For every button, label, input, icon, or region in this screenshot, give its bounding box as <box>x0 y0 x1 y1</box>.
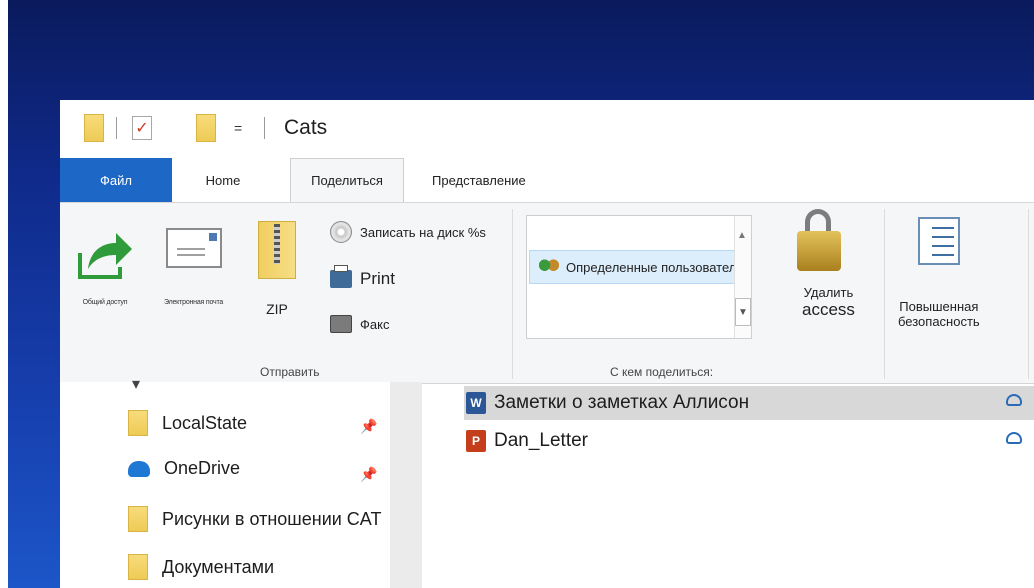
folder-icon <box>128 506 148 532</box>
remove-access-line1: Удалить <box>803 285 854 300</box>
pin-icon[interactable]: 📌 <box>360 418 377 435</box>
folder-icon <box>128 554 148 580</box>
nav-item-label: LocalState <box>162 412 248 433</box>
share-with-group-label: С кем поделиться: <box>610 365 714 379</box>
email-label: Электронная почта <box>164 299 224 306</box>
pin-icon[interactable]: 📌 <box>360 466 377 483</box>
advanced-security-line1: Повышенная <box>899 299 979 314</box>
fax-icon <box>330 315 352 333</box>
email-button[interactable]: Электронная почта <box>164 227 223 306</box>
group-divider-2 <box>884 209 885 379</box>
window-title: Cats <box>284 116 328 139</box>
file-row[interactable]: W Заметки о заметках Аллисон <box>464 386 1034 420</box>
nav-item-documents[interactable]: Документами <box>128 554 274 580</box>
print-label: Print <box>360 269 395 288</box>
file-name: Dan_Letter <box>494 430 589 451</box>
disc-icon <box>330 221 352 243</box>
tab-file[interactable]: Файл <box>60 158 172 202</box>
word-document-icon: W <box>466 392 486 414</box>
scroll-down-icon: ▼ <box>738 306 748 318</box>
group-divider <box>512 209 513 379</box>
desktop-edge <box>0 0 8 588</box>
qa-separator <box>116 114 117 142</box>
printer-icon <box>330 265 352 288</box>
zip-button[interactable]: ZIP <box>258 221 296 317</box>
group-divider-3 <box>1028 209 1029 379</box>
folder-icon <box>128 410 148 436</box>
ribbon-tabs: Файл Home Поделиться Представление <box>60 158 1034 202</box>
title-separator <box>264 114 265 142</box>
share-arrow-icon <box>78 233 132 279</box>
padlock-icon <box>797 209 842 271</box>
nav-item-cat-pictures[interactable]: Рисунки в отношении CAT <box>128 506 381 532</box>
nav-item-label: Документами <box>162 556 275 577</box>
fax-label: Факс <box>360 316 390 332</box>
nav-item-label: OneDrive <box>164 458 241 478</box>
scroll-up-icon[interactable]: ▲ <box>737 230 747 241</box>
checklist-icon <box>917 217 960 265</box>
qa-folder-icon[interactable] <box>84 114 104 142</box>
file-row[interactable]: P Dan_Letter <box>464 424 1034 458</box>
cloud-sync-icon <box>1006 394 1022 406</box>
advanced-security-line2: безопасность <box>898 314 980 329</box>
print-button[interactable]: Print <box>330 265 395 289</box>
powerpoint-document-icon: P <box>466 430 486 452</box>
cloud-sync-icon <box>1006 432 1022 444</box>
title-bar: ✓ = Cats <box>60 100 1034 156</box>
burn-to-disc-button[interactable]: Записать на диск %s <box>330 221 486 243</box>
file-name: Заметки о заметках Аллисон <box>494 392 750 413</box>
nav-item-onedrive[interactable]: OneDrive <box>128 458 240 479</box>
envelope-icon <box>165 228 222 268</box>
nav-item-label: Рисунки в отношении CAT <box>162 508 382 529</box>
tab-home[interactable]: Home <box>188 158 258 202</box>
onedrive-cloud-icon <box>128 460 150 477</box>
remove-access-button[interactable]: Удалить access <box>784 209 855 320</box>
nav-scrollbar[interactable] <box>390 382 422 588</box>
share-with-specific-people[interactable]: Определенные пользователи <box>529 250 751 284</box>
zip-folder-icon <box>258 221 296 279</box>
share-label: Общий доступ <box>82 299 128 306</box>
remove-access-line2: access <box>802 300 855 319</box>
tab-view[interactable]: Представление <box>432 158 582 202</box>
advanced-security-button[interactable]: Повышенная безопасность <box>898 217 980 329</box>
specific-people-label: Определенные пользователи <box>566 259 744 275</box>
file-explorer-window: ✓ = Cats Файл Home Поделиться Представле… <box>60 100 1034 588</box>
tab-share[interactable]: Поделиться <box>290 158 404 202</box>
nav-item-localstate[interactable]: LocalState <box>128 410 247 436</box>
navigation-pane: ▾ LocalState 📌 OneDrive 📌 Рисунки в отно… <box>60 376 422 588</box>
qa-properties-icon[interactable]: ✓ <box>132 114 152 142</box>
send-group-label: Отправить <box>260 365 320 379</box>
ribbon-share: Общий доступ Электронная почта ZIP Запис… <box>60 202 1034 384</box>
fax-button[interactable]: Факс <box>330 315 389 333</box>
zip-label: ZIP <box>266 301 288 317</box>
burn-to-disc-label: Записать на диск %s <box>360 224 486 240</box>
people-icon <box>538 258 560 276</box>
share-list-more-button[interactable]: ▼ <box>735 298 751 326</box>
qa-new-folder-icon[interactable] <box>196 114 216 142</box>
nav-collapse-icon[interactable]: ▾ <box>132 374 140 394</box>
share-with-list[interactable]: Определенные пользователи ▲ ▼ <box>526 215 752 339</box>
qa-customize-menu[interactable]: = <box>234 114 242 142</box>
share-button[interactable]: Общий доступ <box>74 223 136 306</box>
